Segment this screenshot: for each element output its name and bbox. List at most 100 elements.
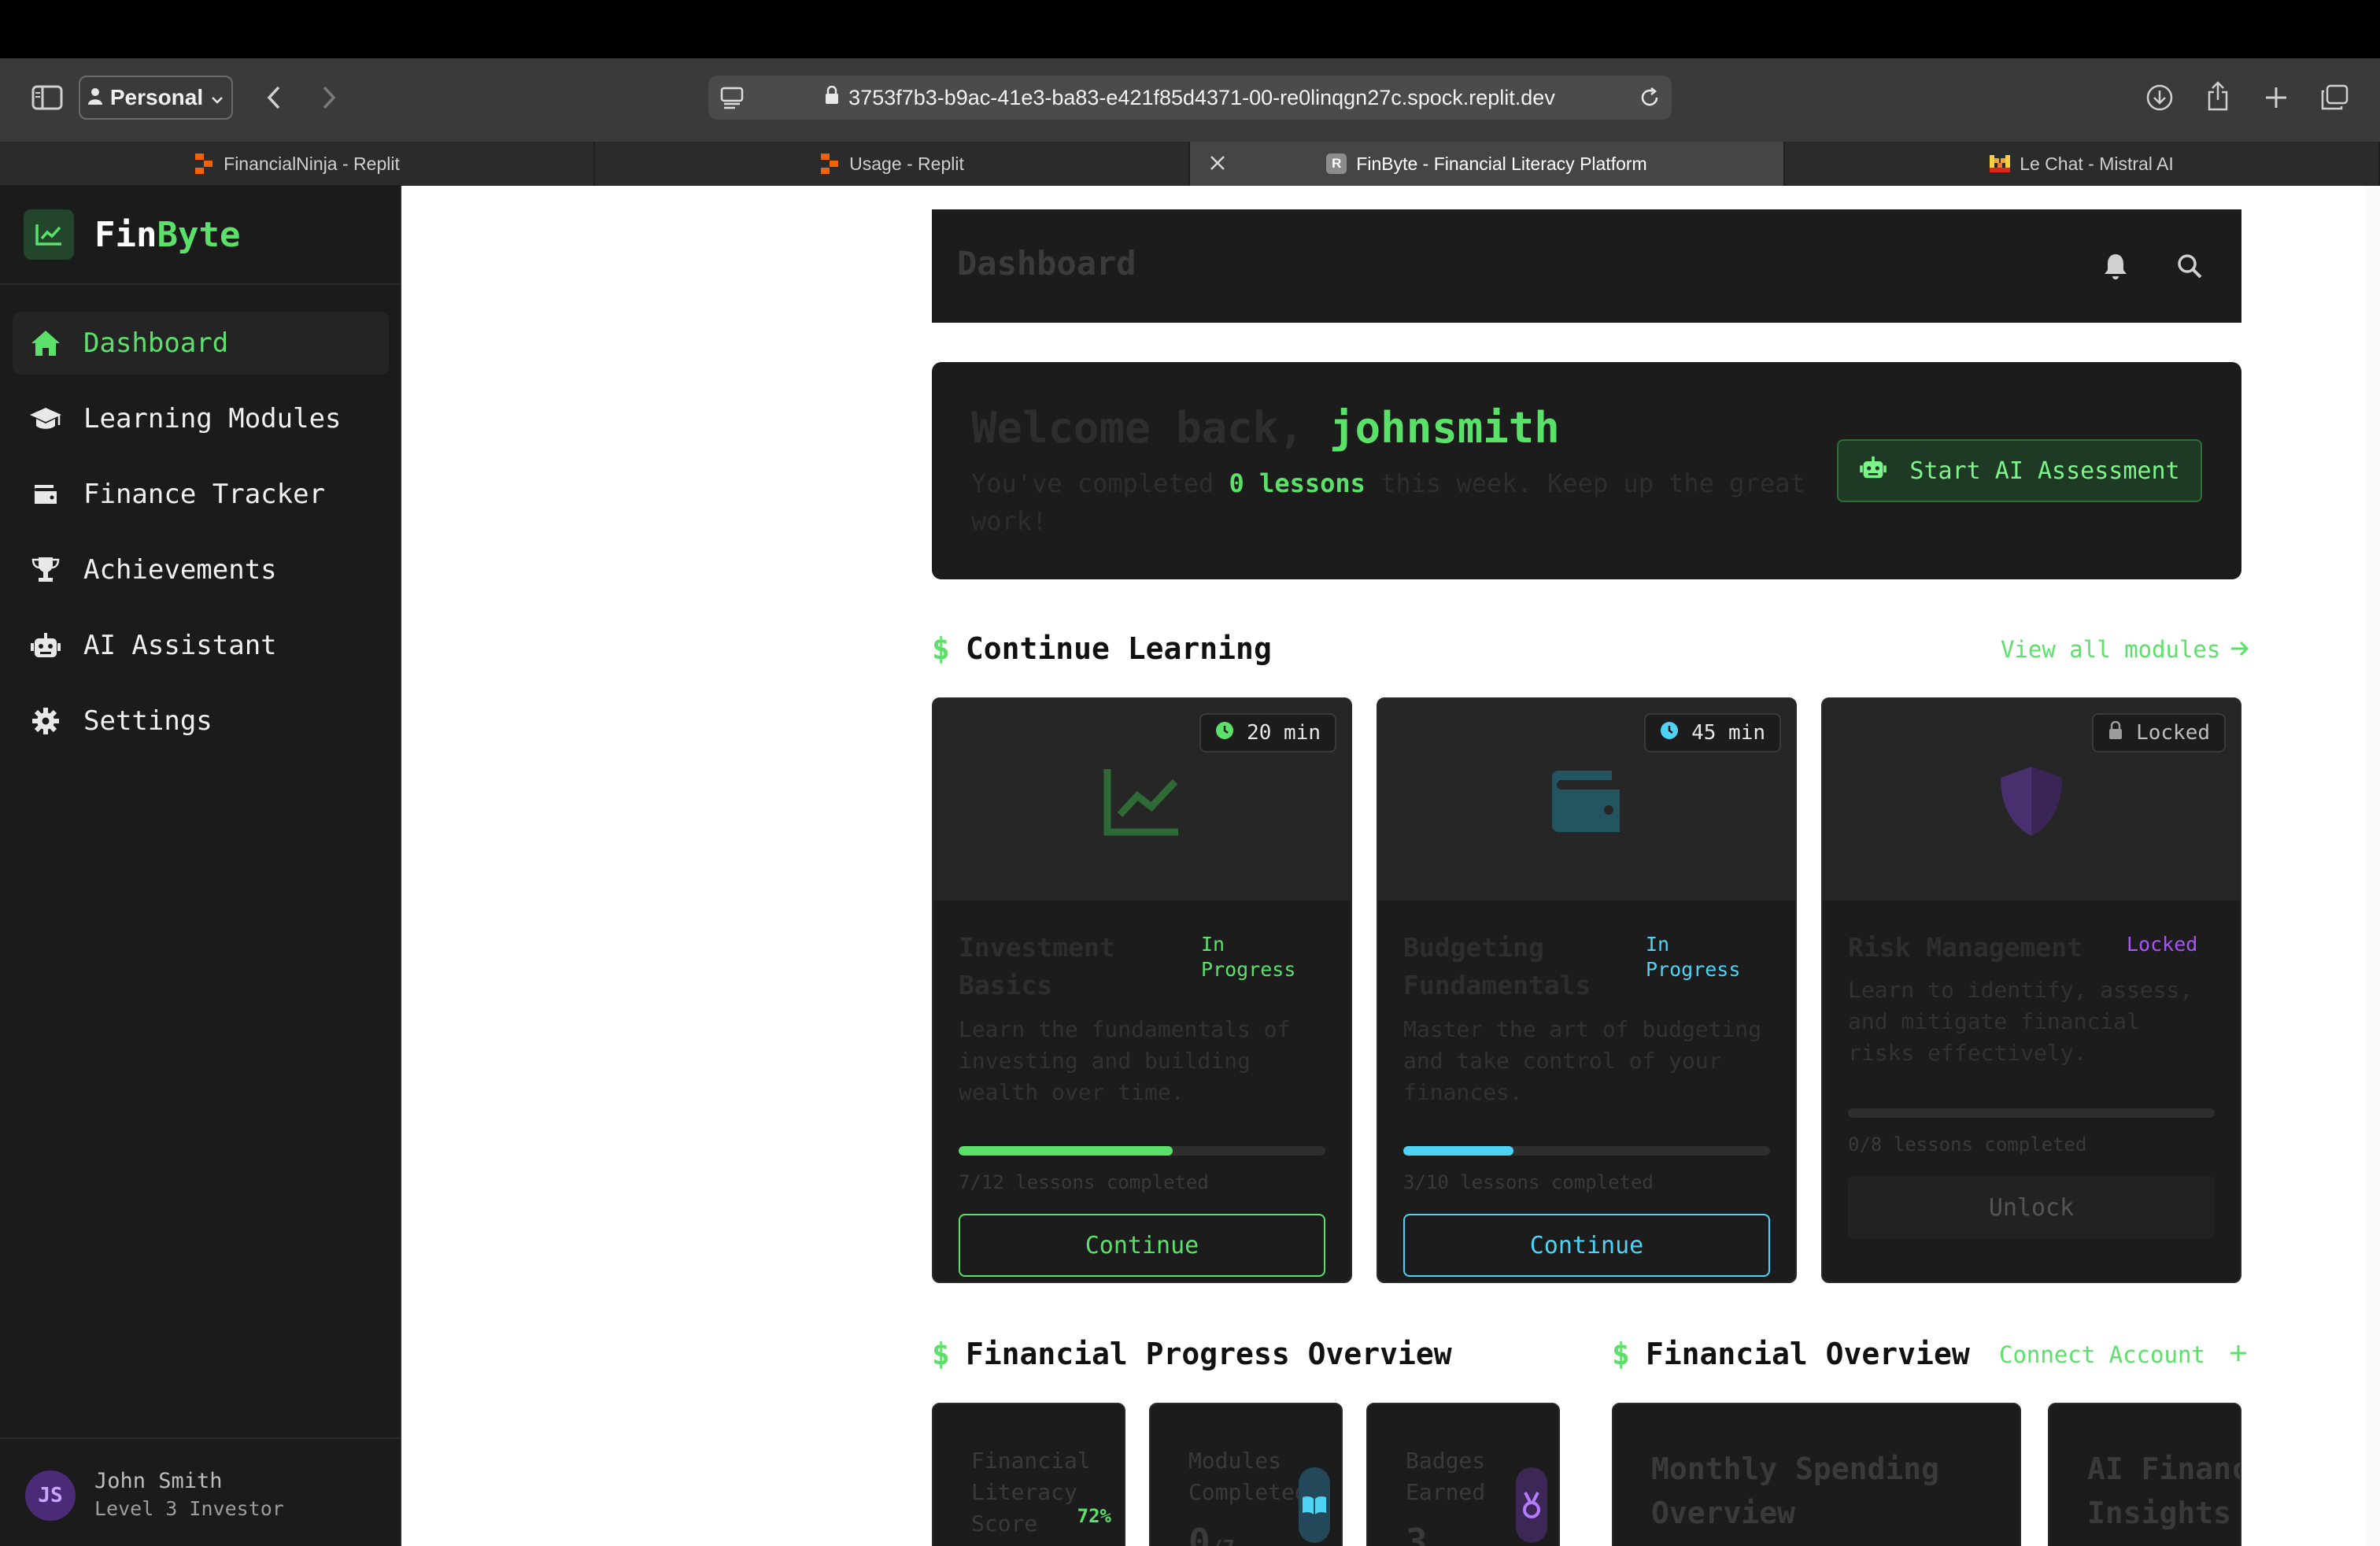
unlock-button[interactable]: Unlock [1848, 1176, 2215, 1239]
address-bar[interactable]: 3753f7b3-b9ac-41e3-ba83-e421f85d4371-00-… [708, 76, 1672, 120]
dashboard-header: Dashboard [932, 209, 2241, 323]
continue-button[interactable]: Continue [1403, 1214, 1770, 1277]
search-icon[interactable] [2172, 249, 2207, 283]
sidebar-item-label: Learning Modules [83, 403, 342, 435]
stat-value: 3 [1406, 1521, 1428, 1546]
locked-badge: Locked [2092, 713, 2226, 753]
tab-label: FinancialNinja - Replit [224, 153, 400, 174]
robot-icon [1859, 456, 1887, 486]
clock-icon [1215, 721, 1234, 745]
lock-icon [2108, 720, 2123, 745]
progress-bar [1848, 1108, 2215, 1118]
tab-financialninja[interactable]: FinancialNinja - Replit [0, 142, 595, 186]
plus-icon [2229, 1341, 2248, 1368]
view-all-modules-link[interactable]: View all modules [2001, 636, 2250, 663]
sidebar-item-label: Finance Tracker [83, 479, 326, 510]
module-card-investment-basics[interactable]: 20 min Investment Basics In Progress Lea… [932, 697, 1352, 1283]
module-title: Investment Basics [959, 932, 1115, 1000]
close-tab-icon[interactable] [1207, 153, 1228, 178]
connect-account-link[interactable]: Connect Account [1999, 1341, 2248, 1368]
tab-strip: FinancialNinja - Replit Usage - Replit R… [0, 142, 2380, 186]
lock-icon [825, 85, 839, 110]
chevron-down-icon [211, 85, 224, 110]
sidebar-item-learning-modules[interactable]: Learning Modules [13, 387, 389, 450]
score-badge: 72% [1077, 1505, 1111, 1527]
start-ai-assessment-button[interactable]: Start AI Assessment [1837, 439, 2202, 502]
brand[interactable]: FinByte [24, 209, 240, 260]
page-menu-icon[interactable] [719, 85, 745, 116]
module-card-budgeting-fundamentals[interactable]: 45 min Budgeting Fundamentals In Progres… [1377, 697, 1797, 1283]
sidebar-item-achievements[interactable]: Achievements [13, 538, 389, 601]
tab-label: Usage - Replit [849, 153, 964, 174]
welcome-title: Welcome back, johnsmith [971, 403, 1560, 453]
back-icon[interactable] [257, 80, 291, 115]
status-badge: In Progress [1646, 933, 1741, 981]
user-level: Level 3 Investor [94, 1497, 284, 1520]
shield-icon [1990, 760, 2072, 842]
monthly-spending-card: Monthly Spending Overview [1612, 1403, 2021, 1546]
chart-line-icon [24, 209, 74, 260]
card-title: AI Financial Insights [2087, 1452, 2240, 1530]
welcome-text: You've completed 0 lessons this week. Ke… [971, 468, 1805, 536]
sidebar: FinByte Dashboard Learning Modules Finan… [0, 186, 401, 1546]
download-icon[interactable] [2142, 80, 2177, 115]
tab-finbyte[interactable]: R FinByte - Financial Literacy Platform [1190, 142, 1785, 186]
medal-icon [1516, 1467, 1547, 1543]
share-icon[interactable] [2201, 79, 2235, 113]
stat-card-literacy-score: Financial Literacy Score 72% [932, 1403, 1125, 1546]
sidebar-item-ai-assistant[interactable]: AI Assistant [13, 614, 389, 677]
user-profile[interactable]: JS John Smith Level 3 Investor [0, 1437, 401, 1546]
trophy-icon [28, 553, 63, 587]
continue-learning-heading: $ Continue Learning [932, 631, 1272, 666]
tab-overview-icon[interactable] [2317, 80, 2352, 115]
tab-label: Le Chat - Mistral AI [2020, 153, 2174, 174]
duration-badge: 20 min [1199, 713, 1336, 753]
bell-icon[interactable] [2098, 249, 2133, 283]
tab-le-chat[interactable]: Le Chat - Mistral AI [1785, 142, 2380, 186]
module-card-risk-management[interactable]: Locked Risk Management Locked Learn to i… [1821, 697, 2241, 1283]
new-tab-icon[interactable] [2259, 80, 2293, 115]
url-text: 3753f7b3-b9ac-41e3-ba83-e421f85d4371-00-… [848, 85, 1555, 109]
scrollbar[interactable] [2366, 186, 2380, 1546]
tab-label: FinByte - Financial Literacy Platform [1356, 153, 1647, 174]
profile-button[interactable]: Personal [79, 76, 233, 120]
financial-progress-heading: $ Financial Progress Overview [932, 1337, 1452, 1371]
continue-button[interactable]: Continue [959, 1214, 1325, 1277]
stat-card-badges-earned: Badges Earned 3 [1366, 1403, 1560, 1546]
clock-icon [1660, 721, 1679, 745]
sidebar-item-label: Settings [83, 705, 213, 737]
avatar: JS [25, 1470, 76, 1521]
user-name: John Smith [94, 1469, 223, 1493]
ai-insights-card: AI Financial Insights [2048, 1403, 2241, 1546]
forward-icon[interactable] [312, 80, 346, 115]
sidebar-toggle-icon[interactable] [28, 82, 66, 113]
person-icon [87, 85, 102, 110]
lessons-completed: 7/12 lessons completed [959, 1171, 1209, 1193]
brand-name: FinByte [94, 214, 241, 255]
arrow-right-icon [2230, 636, 2250, 663]
wallet-icon [1546, 760, 1628, 842]
profile-label: Personal [109, 85, 204, 109]
dollar-icon: $ [932, 631, 950, 666]
mistral-icon [1990, 153, 2011, 174]
chart-line-icon [1101, 760, 1183, 842]
replit-icon [819, 153, 840, 174]
sidebar-item-dashboard[interactable]: Dashboard [13, 312, 389, 375]
main-content: Dashboard Welcome back, johnsmith You've… [403, 186, 2380, 1546]
module-description: Learn the fundamentals of investing and … [959, 1016, 1291, 1105]
welcome-username: johnsmith [1329, 403, 1560, 453]
app-viewport: FinByte Dashboard Learning Modules Finan… [0, 186, 2380, 1546]
tab-usage[interactable]: Usage - Replit [595, 142, 1190, 186]
module-description: Master the art of budgeting and take con… [1403, 1016, 1762, 1105]
home-icon [28, 326, 63, 361]
sidebar-item-finance-tracker[interactable]: Finance Tracker [13, 463, 389, 526]
stat-value: 0/7 [1188, 1521, 1235, 1546]
sidebar-item-settings[interactable]: Settings [13, 690, 389, 753]
progress-bar [1403, 1146, 1770, 1156]
gear-icon [28, 704, 63, 738]
browser-toolbar: Personal 3753f7b3-b9ac-41e3-ba83-e421f85… [0, 58, 2380, 142]
status-badge: In Progress [1201, 933, 1296, 981]
financial-overview-heading: $ Financial Overview [1612, 1337, 1970, 1371]
site-r-icon: R [1326, 153, 1347, 174]
reload-icon[interactable] [1639, 87, 1661, 114]
